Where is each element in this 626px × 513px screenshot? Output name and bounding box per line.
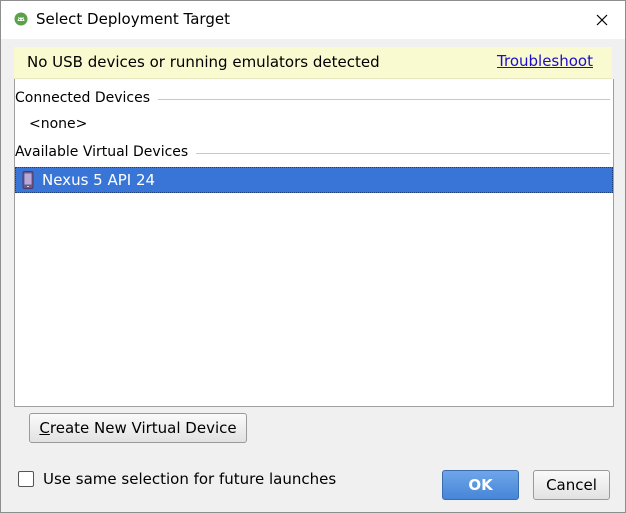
close-button[interactable] (579, 1, 625, 39)
no-devices-banner: No USB devices or running emulators dete… (14, 47, 612, 79)
connected-devices-header: Connected Devices (15, 90, 159, 106)
device-item-nexus-5-api-24[interactable]: Nexus 5 API 24 (15, 167, 613, 193)
same-selection-checkbox[interactable] (18, 471, 34, 487)
create-button-label: reate New Virtual Device (49, 419, 237, 437)
create-button-mnemonic: C (39, 419, 50, 437)
create-new-virtual-device-button[interactable]: Create New Virtual Device (29, 413, 247, 443)
close-icon (596, 14, 608, 26)
android-studio-icon (14, 12, 28, 26)
device-list[interactable]: Connected Devices <none> Available Virtu… (14, 79, 614, 407)
connected-devices-empty: <none> (29, 116, 88, 132)
same-selection-label[interactable]: Use same selection for future launches (43, 470, 336, 488)
cancel-button[interactable]: Cancel (533, 470, 610, 500)
device-item-label: Nexus 5 API 24 (42, 171, 156, 189)
title-bar[interactable]: Select Deployment Target (1, 1, 625, 39)
available-devices-header: Available Virtual Devices (15, 144, 197, 160)
connected-devices-section: Connected Devices (15, 90, 613, 110)
available-devices-section: Available Virtual Devices (15, 144, 613, 164)
ok-button[interactable]: OK (442, 470, 519, 500)
window-title: Select Deployment Target (36, 10, 230, 28)
phone-device-icon (22, 171, 34, 189)
banner-message: No USB devices or running emulators dete… (27, 53, 380, 71)
troubleshoot-link[interactable]: Troubleshoot (497, 52, 593, 70)
select-deployment-target-dialog: Select Deployment Target No USB devices … (0, 0, 626, 513)
